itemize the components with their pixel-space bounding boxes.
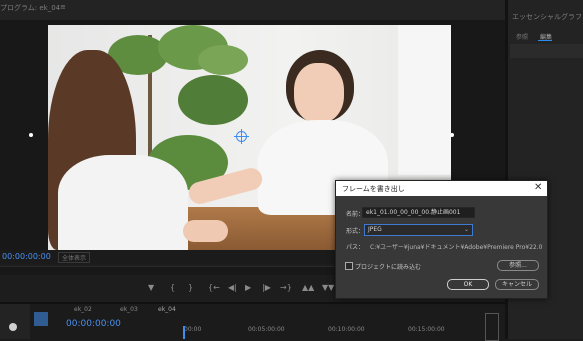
record-voice-icon[interactable] bbox=[9, 323, 17, 331]
ruler-tick: 00:00 bbox=[184, 326, 202, 333]
edit-panel-toolbar bbox=[510, 44, 583, 58]
plant-leaf bbox=[178, 75, 248, 125]
essential-graphics-title[interactable]: エッセンシャルグラフィックス bbox=[512, 12, 583, 22]
dialog-title: フレームを書き出し bbox=[342, 185, 405, 193]
step-back-icon[interactable]: ◀| bbox=[228, 283, 237, 292]
go-to-in-icon[interactable]: {← bbox=[208, 283, 220, 292]
timeline-playhead[interactable] bbox=[183, 326, 185, 339]
selection-tool-icon[interactable] bbox=[34, 312, 48, 326]
in-point-icon[interactable]: { bbox=[170, 283, 175, 292]
format-value: JPEG bbox=[368, 226, 382, 233]
ruler-tick: 00:15:00:00 bbox=[408, 326, 445, 333]
chevron-down-icon: ⌄ bbox=[463, 226, 469, 233]
hamburger-icon[interactable]: ≡ bbox=[60, 3, 66, 11]
extract-icon[interactable]: ▼▼ bbox=[322, 283, 334, 292]
sequence-tab[interactable]: ek_03 bbox=[120, 306, 138, 313]
transform-handle[interactable] bbox=[450, 133, 454, 137]
sequence-tab[interactable]: ek_02 bbox=[74, 306, 92, 313]
go-to-out-icon[interactable]: →} bbox=[280, 283, 292, 292]
format-select[interactable]: JPEG ⌄ bbox=[364, 224, 473, 236]
tab-active-underline bbox=[538, 40, 552, 41]
browse-button[interactable]: 参照... bbox=[497, 260, 539, 271]
step-forward-icon[interactable]: |▶ bbox=[262, 283, 271, 292]
window-light bbox=[398, 25, 451, 175]
program-monitor-tab[interactable]: プログラム: ek_04 bbox=[0, 3, 60, 13]
person-right-face bbox=[294, 63, 344, 123]
playhead-timecode[interactable]: 00:00:00:00 bbox=[2, 252, 51, 261]
top-bar bbox=[0, 0, 583, 20]
out-point-icon[interactable]: } bbox=[188, 283, 193, 292]
path-label: パス： bbox=[346, 244, 365, 251]
plant-leaf bbox=[198, 45, 248, 75]
cancel-button[interactable]: キャンセル bbox=[495, 279, 539, 290]
ruler-tick: 00:10:00:00 bbox=[328, 326, 365, 333]
ok-button[interactable]: OK bbox=[447, 279, 489, 290]
transform-handle[interactable] bbox=[29, 133, 33, 137]
timeline-timecode[interactable]: 00:00:00:00 bbox=[66, 319, 121, 329]
tab-browse[interactable]: 参照 bbox=[516, 32, 528, 41]
path-value: C:¥ユーザー¥juna¥ドキュメント¥Adobe¥Premiere Pro¥2… bbox=[370, 244, 543, 251]
play-icon[interactable]: ▶ bbox=[245, 283, 251, 292]
tools-panel bbox=[0, 304, 30, 339]
sequence-tab-active[interactable]: ek_04 bbox=[158, 306, 176, 313]
import-into-project-checkbox[interactable] bbox=[345, 262, 353, 270]
person-left-body bbox=[58, 155, 188, 250]
anchor-crosshair-v bbox=[241, 129, 242, 144]
export-frame-dialog: フレームを書き出し ✕ 名前： ek1_01.00_00_00_00.静止画00… bbox=[335, 180, 548, 299]
marker-icon[interactable]: ▼ bbox=[148, 283, 154, 292]
ruler-tick: 00:05:00:00 bbox=[248, 326, 285, 333]
format-label: 形式： bbox=[346, 228, 365, 235]
timeline-scrollbar[interactable] bbox=[485, 313, 499, 341]
import-into-project-label[interactable]: プロジェクトに読み込む bbox=[355, 262, 421, 271]
name-field[interactable]: ek1_01.00_00_00_00.静止画001 bbox=[362, 207, 475, 218]
close-icon[interactable]: ✕ bbox=[534, 182, 542, 193]
zoom-fit-select[interactable]: 全体表示 bbox=[58, 252, 91, 263]
lift-icon[interactable]: ▲▲ bbox=[302, 283, 314, 292]
person-left-hand bbox=[183, 220, 228, 242]
